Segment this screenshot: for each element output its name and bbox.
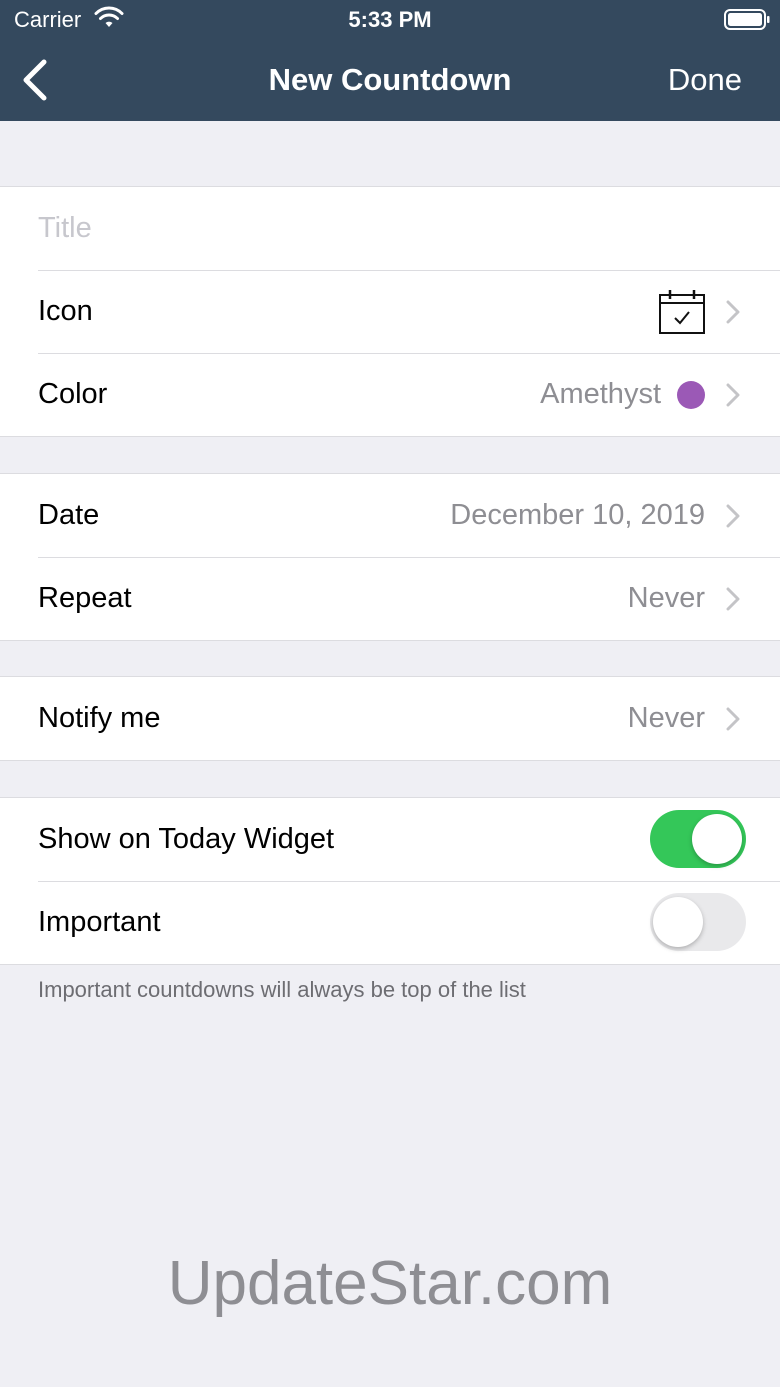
- widget-label: Show on Today Widget: [38, 823, 335, 855]
- repeat-label: Repeat: [38, 582, 132, 614]
- chevron-right-icon: [726, 300, 740, 324]
- date-row[interactable]: Date December 10, 2019: [0, 474, 780, 557]
- toggle-knob: [692, 814, 742, 864]
- title-input[interactable]: [38, 212, 738, 245]
- chevron-right-icon: [726, 587, 740, 611]
- date-label: Date: [38, 499, 100, 531]
- calendar-check-icon: [659, 290, 705, 334]
- important-toggle[interactable]: [650, 893, 746, 951]
- notification-group: Notify me Never: [0, 676, 780, 761]
- chevron-right-icon: [726, 383, 740, 407]
- notify-row[interactable]: Notify me Never: [0, 677, 780, 760]
- navigation-header: Carrier 5:33 PM New Countdown Done: [0, 0, 780, 121]
- battery-icon: [724, 9, 770, 30]
- color-value: Amethyst: [540, 378, 661, 410]
- icon-row[interactable]: Icon: [0, 270, 780, 353]
- color-value-wrap: Amethyst: [540, 353, 705, 436]
- important-label: Important: [38, 906, 161, 938]
- title-row[interactable]: [0, 187, 780, 270]
- toggle-knob: [653, 897, 703, 947]
- widget-row: Show on Today Widget: [0, 798, 780, 881]
- done-button[interactable]: Done: [668, 62, 742, 98]
- chevron-right-icon: [726, 707, 740, 731]
- schedule-group: Date December 10, 2019 Repeat Never: [0, 473, 780, 641]
- repeat-value: Never: [627, 582, 705, 614]
- notify-label: Notify me: [38, 702, 161, 734]
- color-row[interactable]: Color Amethyst: [0, 353, 780, 436]
- details-group: Icon Color Amethyst: [0, 186, 780, 437]
- widget-toggle[interactable]: [650, 810, 746, 868]
- color-swatch: [677, 380, 705, 409]
- chevron-right-icon: [726, 504, 740, 528]
- notify-value: Never: [627, 702, 705, 734]
- repeat-row[interactable]: Repeat Never: [0, 557, 780, 640]
- status-time: 5:33 PM: [348, 7, 432, 32]
- color-label: Color: [38, 378, 108, 410]
- icon-label: Icon: [38, 295, 93, 327]
- page-title: New Countdown: [268, 62, 512, 97]
- options-group: Show on Today Widget Important: [0, 797, 780, 965]
- watermark-text: UpdateStar.com: [167, 1249, 613, 1318]
- important-footnote: Important countdowns will always be top …: [38, 977, 526, 1002]
- important-row: Important: [0, 881, 780, 964]
- date-value: December 10, 2019: [450, 499, 705, 531]
